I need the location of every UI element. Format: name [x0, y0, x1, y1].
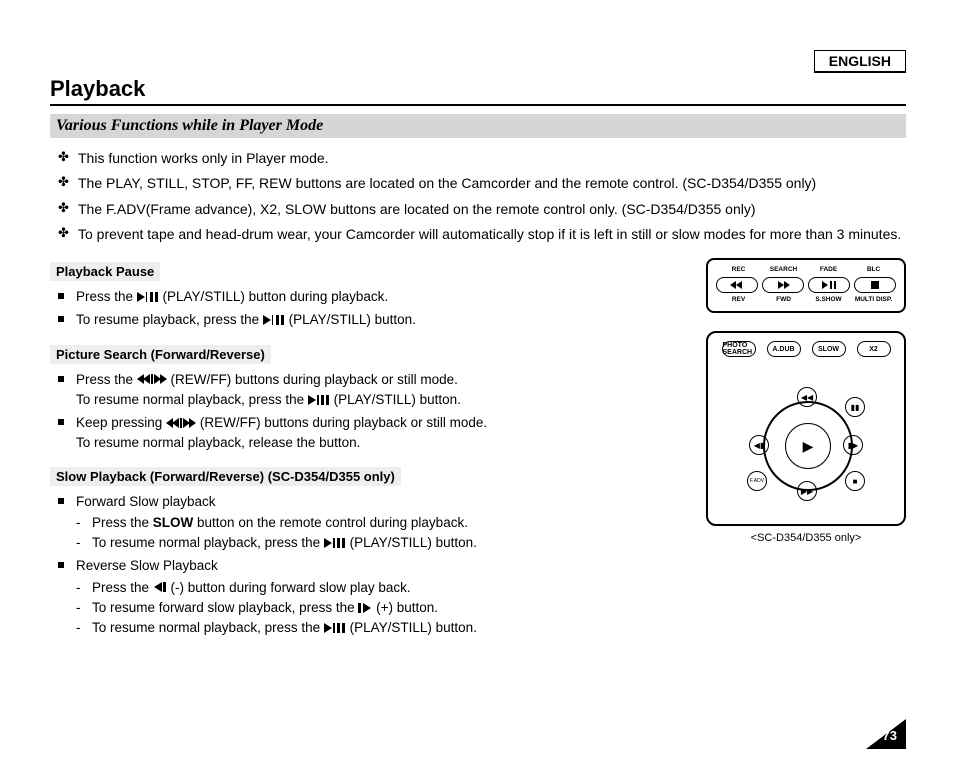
- remote-btn: SLOW: [812, 341, 846, 357]
- dpad: ▶ ◀▮ ▮▶ ◀◀ ▶▶ ▮▮ ■ F.ADV: [751, 389, 861, 499]
- page-number: 73: [866, 719, 906, 749]
- sub-item: Press the SLOW button on the remote cont…: [76, 513, 678, 533]
- section-heading: Various Functions while in Player Mode: [50, 114, 906, 138]
- stop-button-icon: [854, 277, 896, 293]
- frame-fwd-icon: ▮▶: [843, 435, 863, 455]
- intro-item: The PLAY, STILL, STOP, FF, REW buttons a…: [50, 173, 906, 193]
- remote-btn: X2: [857, 341, 891, 357]
- text: To resume normal playback, press the: [76, 392, 308, 407]
- list-item: To resume playback, press the (PLAY/STIL…: [50, 310, 678, 330]
- text: (PLAY/STILL) button.: [289, 312, 416, 327]
- page-number-text: 73: [883, 728, 897, 743]
- text: (PLAY/STILL) button.: [334, 392, 461, 407]
- play-still-button-icon: [808, 277, 850, 293]
- play-pause-icon: [263, 311, 285, 331]
- text: Press the: [92, 515, 153, 530]
- fadv-icon: F.ADV: [747, 471, 767, 491]
- intro-list: This function works only in Player mode.…: [50, 148, 906, 244]
- intro-item: This function works only in Player mode.: [50, 148, 906, 168]
- playback-pause-heading: Playback Pause: [50, 262, 160, 281]
- text: Reverse Slow Playback: [76, 558, 218, 573]
- text: (PLAY/STILL) button.: [350, 620, 477, 635]
- panel-label: MULTI DISP.: [851, 296, 896, 303]
- remote-btn: A.DUB: [767, 341, 801, 357]
- text: To resume normal playback, release the b…: [76, 435, 360, 450]
- sub-item: To resume normal playback, press the (PL…: [76, 618, 678, 638]
- list-item: Press the (REW/FF) buttons during playba…: [50, 370, 678, 410]
- intro-item: The F.ADV(Frame advance), X2, SLOW butto…: [50, 199, 906, 219]
- text: (+) button.: [376, 600, 438, 615]
- text: To resume normal playback, press the: [92, 620, 324, 635]
- text: Press the: [76, 289, 137, 304]
- fwd-step-icon: [358, 599, 372, 619]
- rew-ff-icon: [137, 370, 167, 390]
- panel-label: S.SHOW: [806, 296, 851, 303]
- list-item: Press the (PLAY/STILL) button during pla…: [50, 287, 678, 307]
- text: (REW/FF) buttons during playback or stil…: [200, 415, 487, 430]
- play-pause-icon: [324, 619, 346, 639]
- playback-pause-list: Press the (PLAY/STILL) button during pla…: [50, 287, 678, 330]
- stop-icon: ■: [845, 471, 865, 491]
- panel-label: REV: [716, 296, 761, 303]
- sub-item: Press the (-) button during forward slow…: [76, 578, 678, 598]
- slow-playback-heading: Slow Playback (Forward/Reverse) (SC-D354…: [50, 467, 401, 486]
- list-item: Forward Slow playback Press the SLOW but…: [50, 492, 678, 553]
- remote-caption: <SC-D354/D355 only>: [706, 532, 906, 544]
- text: button on the remote control during play…: [193, 515, 468, 530]
- ff-button-icon: [762, 277, 804, 293]
- text: To resume forward slow playback, press t…: [92, 600, 358, 615]
- frame-rev-icon: ◀▮: [749, 435, 769, 455]
- text: (PLAY/STILL) button.: [350, 535, 477, 550]
- rew-button-icon: [716, 277, 758, 293]
- panel-label: BLC: [851, 266, 896, 273]
- camcorder-panel: REC SEARCH FADE BLC REV FWD S.SHOW MULTI…: [706, 258, 906, 313]
- play-pause-icon: [308, 391, 330, 411]
- remote-btn: PHOTO SEARCH: [722, 341, 756, 357]
- play-pause-icon: [324, 534, 346, 554]
- rew-ff-icon: [166, 414, 196, 434]
- language-badge: ENGLISH: [814, 50, 906, 73]
- text: Forward Slow playback: [76, 494, 216, 509]
- text: To resume normal playback, press the: [92, 535, 324, 550]
- dpad-ring: ▶: [763, 401, 853, 491]
- list-item: Keep pressing (REW/FF) buttons during pl…: [50, 413, 678, 453]
- picture-search-list: Press the (REW/FF) buttons during playba…: [50, 370, 678, 453]
- text: (REW/FF) buttons during playback or stil…: [171, 372, 458, 387]
- panel-label: FWD: [761, 296, 806, 303]
- picture-search-heading: Picture Search (Forward/Reverse): [50, 345, 271, 364]
- text: (-) button during forward slow play back…: [171, 580, 411, 595]
- text: To resume playback, press the: [76, 312, 263, 327]
- sub-item: To resume forward slow playback, press t…: [76, 598, 678, 618]
- slow-bold: SLOW: [153, 515, 194, 530]
- panel-label: FADE: [806, 266, 851, 273]
- play-pause-icon: [137, 288, 159, 308]
- intro-item: To prevent tape and head-drum wear, your…: [50, 224, 906, 244]
- slow-playback-list: Forward Slow playback Press the SLOW but…: [50, 492, 678, 639]
- text: Keep pressing: [76, 415, 166, 430]
- list-item: Reverse Slow Playback Press the (-) butt…: [50, 556, 678, 638]
- rev-step-icon: [153, 578, 167, 598]
- page-title: Playback: [50, 76, 906, 102]
- text: Press the: [76, 372, 137, 387]
- ff-icon: ▶▶: [797, 481, 817, 501]
- play-icon: ▶: [785, 423, 831, 469]
- panel-label: SEARCH: [761, 266, 806, 273]
- title-rule: [50, 104, 906, 106]
- panel-label: REC: [716, 266, 761, 273]
- text: (PLAY/STILL) button during playback.: [163, 289, 389, 304]
- remote-control: PHOTO SEARCH A.DUB SLOW X2 ▶ ◀▮ ▮▶ ◀◀ ▶▶…: [706, 331, 906, 526]
- sub-item: To resume normal playback, press the (PL…: [76, 533, 678, 553]
- pause-icon: ▮▮: [845, 397, 865, 417]
- text: Press the: [92, 580, 153, 595]
- rew-icon: ◀◀: [797, 387, 817, 407]
